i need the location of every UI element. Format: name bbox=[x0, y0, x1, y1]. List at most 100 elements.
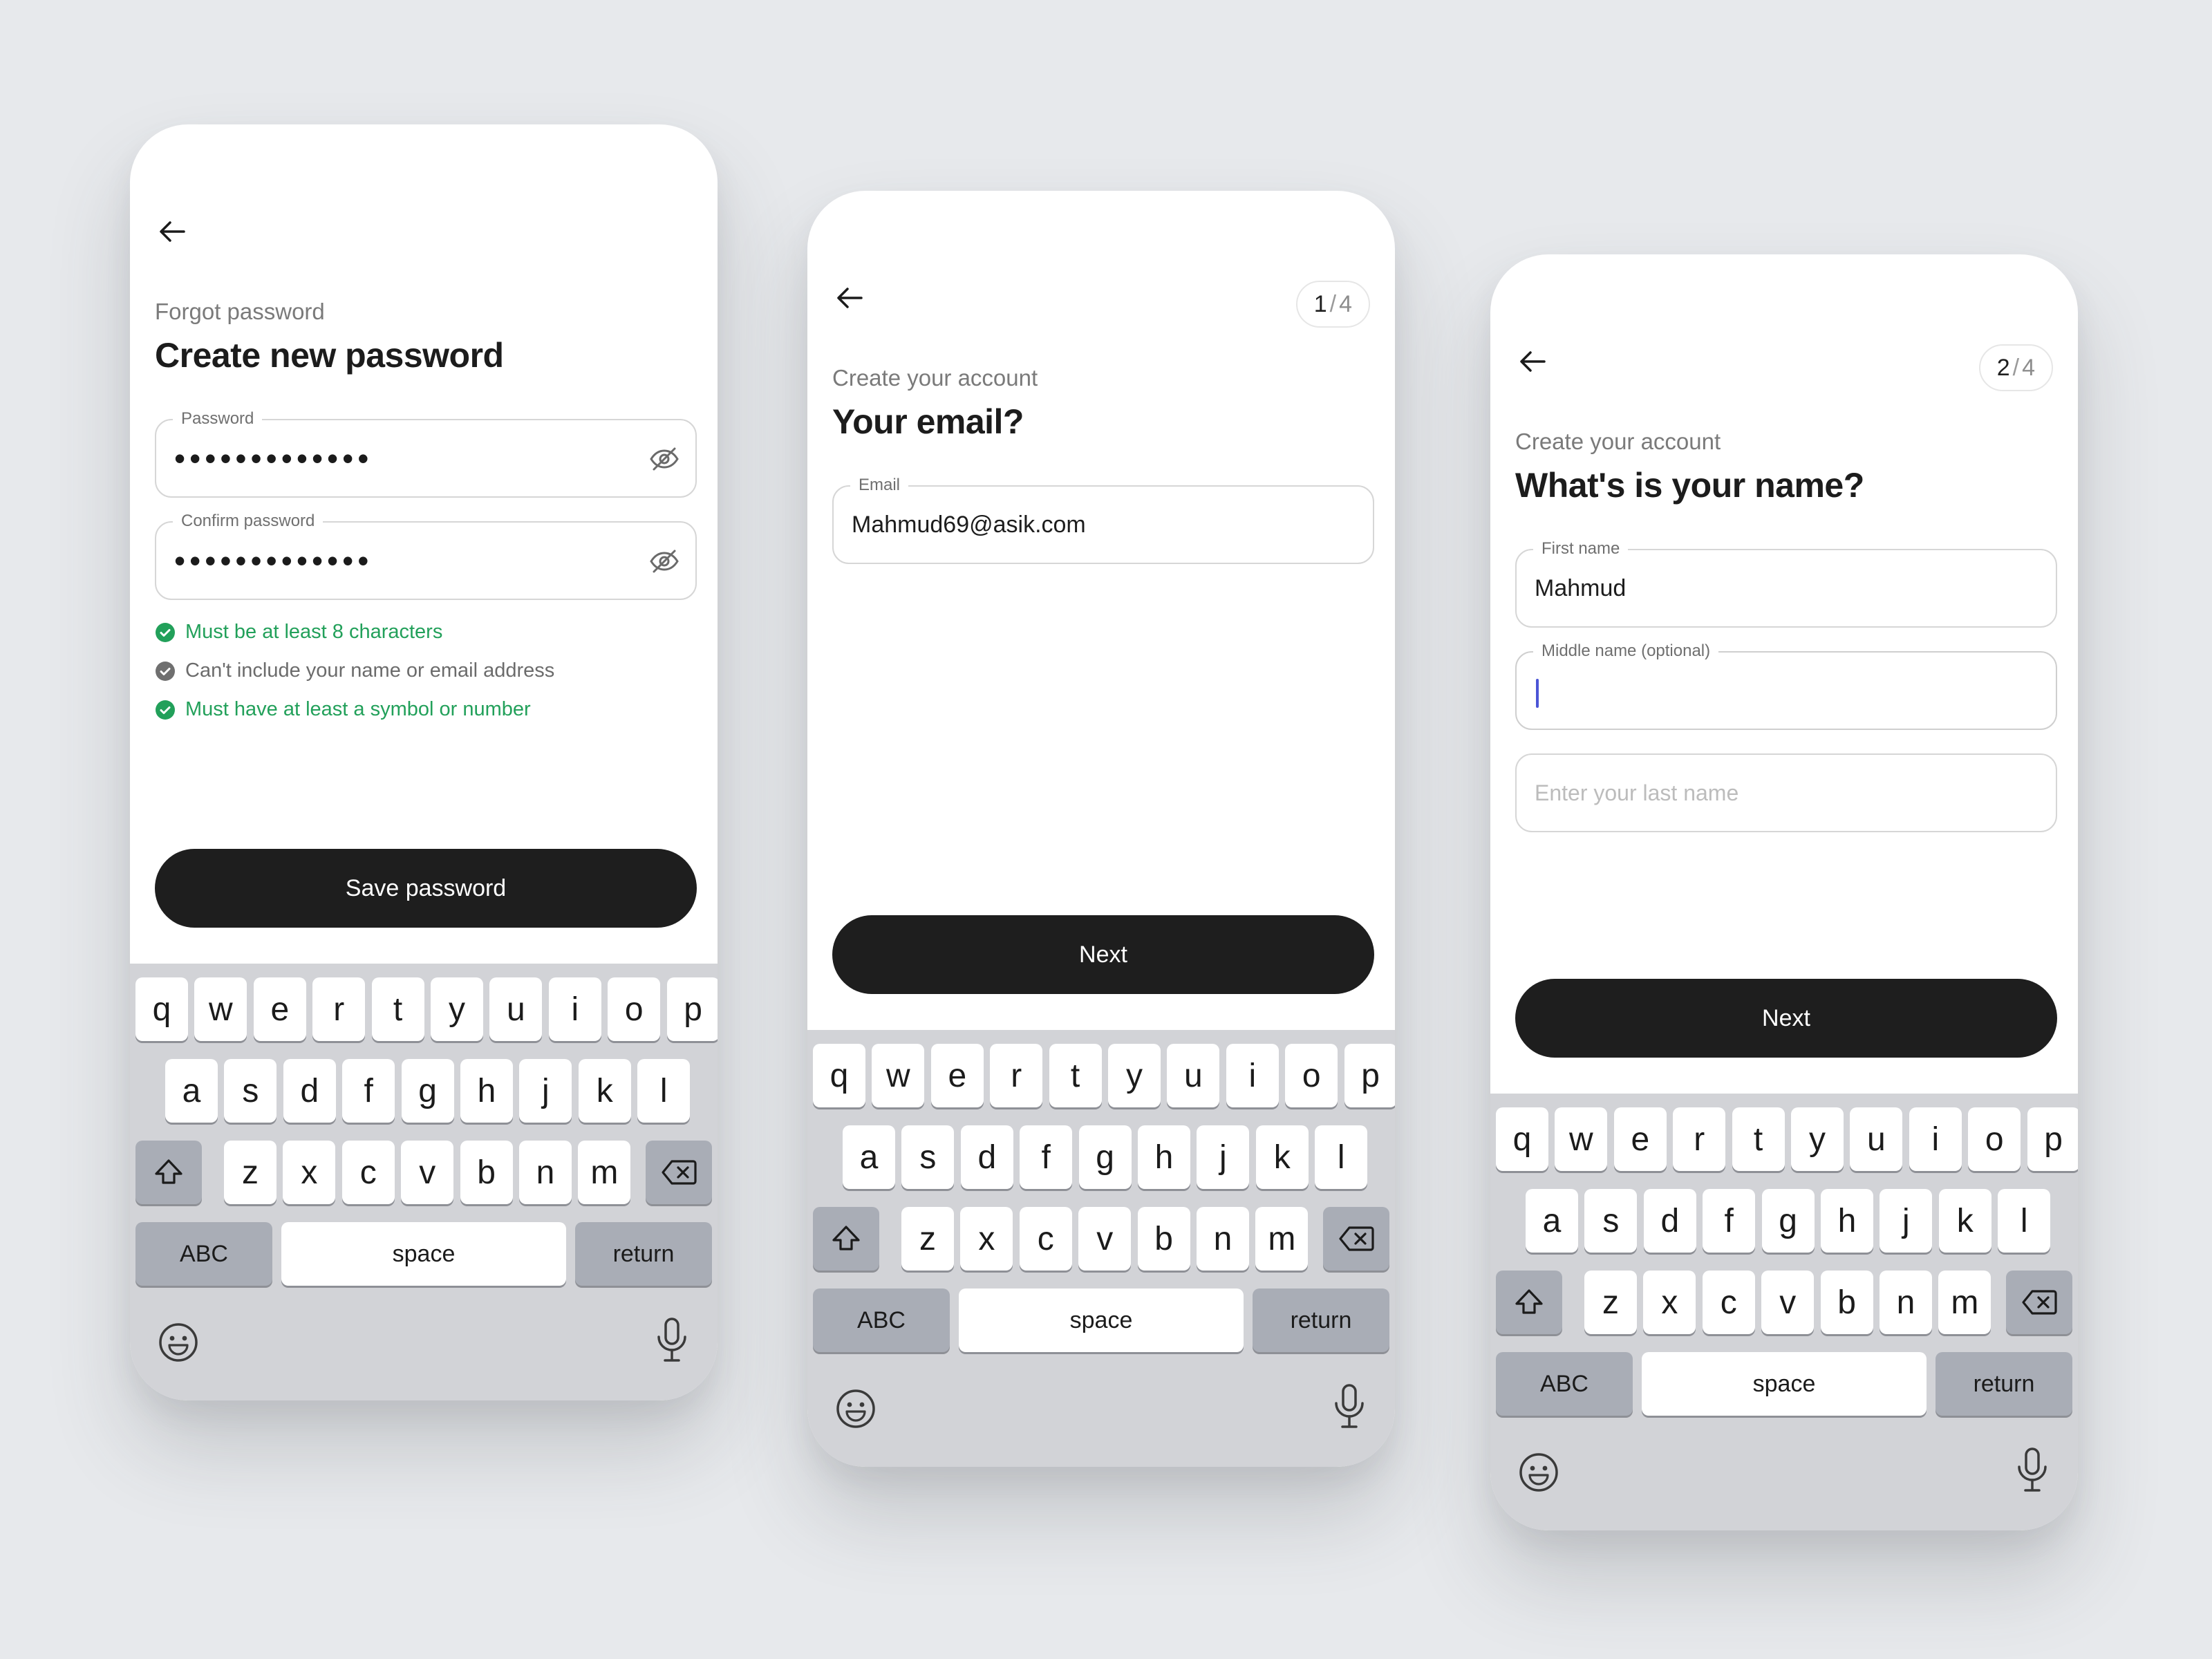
key-z[interactable]: z bbox=[901, 1207, 954, 1271]
key-d[interactable]: d bbox=[1643, 1189, 1696, 1253]
next-button[interactable]: Next bbox=[832, 915, 1374, 994]
key-h[interactable]: h bbox=[1821, 1189, 1873, 1253]
key-l[interactable]: l bbox=[1315, 1125, 1368, 1189]
shift-key[interactable] bbox=[1496, 1271, 1562, 1334]
key-g[interactable]: g bbox=[401, 1059, 454, 1123]
back-arrow-icon[interactable] bbox=[155, 214, 189, 249]
key-c[interactable]: c bbox=[341, 1141, 395, 1204]
key-j[interactable]: j bbox=[519, 1059, 572, 1123]
key-d[interactable]: d bbox=[960, 1125, 1013, 1189]
key-w[interactable]: w bbox=[1555, 1107, 1608, 1171]
key-a[interactable]: a bbox=[1526, 1189, 1578, 1253]
key-x[interactable]: x bbox=[1643, 1271, 1696, 1334]
email-field[interactable]: Email Mahmud69@asik.com bbox=[832, 476, 1374, 564]
key-b[interactable]: b bbox=[460, 1141, 513, 1204]
microphone-icon[interactable] bbox=[1330, 1382, 1369, 1431]
key-y[interactable]: y bbox=[1108, 1044, 1161, 1107]
key-x[interactable]: x bbox=[283, 1141, 336, 1204]
emoji-icon[interactable] bbox=[156, 1320, 200, 1365]
key-b[interactable]: b bbox=[1820, 1271, 1873, 1334]
key-b[interactable]: b bbox=[1137, 1207, 1190, 1271]
key-f[interactable]: f bbox=[1703, 1189, 1756, 1253]
emoji-icon[interactable] bbox=[834, 1387, 878, 1431]
key-n[interactable]: n bbox=[1197, 1207, 1249, 1271]
key-m[interactable]: m bbox=[1255, 1207, 1309, 1271]
back-arrow-icon[interactable] bbox=[1515, 344, 1550, 379]
key-i[interactable]: i bbox=[548, 977, 601, 1041]
key-a[interactable]: a bbox=[165, 1059, 218, 1123]
key-w[interactable]: w bbox=[194, 977, 247, 1041]
abc-key[interactable]: ABC bbox=[135, 1222, 272, 1286]
key-i[interactable]: i bbox=[1909, 1107, 1962, 1171]
key-l[interactable]: l bbox=[1998, 1189, 2051, 1253]
backspace-key[interactable] bbox=[2006, 1271, 2072, 1334]
key-t[interactable]: t bbox=[1732, 1107, 1785, 1171]
key-h[interactable]: h bbox=[1138, 1125, 1190, 1189]
middle-name-field[interactable]: Middle name (optional) bbox=[1515, 641, 2057, 730]
return-key[interactable]: return bbox=[1253, 1288, 1389, 1352]
return-key[interactable]: return bbox=[1936, 1352, 2072, 1416]
key-o[interactable]: o bbox=[608, 977, 661, 1041]
key-u[interactable]: u bbox=[489, 977, 543, 1041]
key-n[interactable]: n bbox=[1880, 1271, 1932, 1334]
key-e[interactable]: e bbox=[1613, 1107, 1667, 1171]
back-arrow-icon[interactable] bbox=[832, 281, 867, 315]
key-e[interactable]: e bbox=[253, 977, 306, 1041]
key-q[interactable]: q bbox=[135, 977, 188, 1041]
eye-off-icon[interactable] bbox=[648, 545, 680, 577]
key-h[interactable]: h bbox=[460, 1059, 513, 1123]
key-v[interactable]: v bbox=[1078, 1207, 1132, 1271]
first-name-field[interactable]: First name Mahmud bbox=[1515, 539, 2057, 628]
key-p[interactable]: p bbox=[666, 977, 718, 1041]
microphone-icon[interactable] bbox=[653, 1316, 691, 1365]
key-d[interactable]: d bbox=[283, 1059, 336, 1123]
key-k[interactable]: k bbox=[1938, 1189, 1991, 1253]
key-j[interactable]: j bbox=[1197, 1125, 1250, 1189]
key-r[interactable]: r bbox=[990, 1044, 1043, 1107]
confirm-password-field[interactable]: Confirm password ••••••••••••• bbox=[155, 512, 697, 600]
key-x[interactable]: x bbox=[960, 1207, 1013, 1271]
key-g[interactable]: g bbox=[1078, 1125, 1132, 1189]
key-s[interactable]: s bbox=[901, 1125, 955, 1189]
key-t[interactable]: t bbox=[371, 977, 424, 1041]
key-v[interactable]: v bbox=[1761, 1271, 1815, 1334]
key-f[interactable]: f bbox=[1020, 1125, 1073, 1189]
key-m[interactable]: m bbox=[578, 1141, 631, 1204]
return-key[interactable]: return bbox=[575, 1222, 712, 1286]
key-s[interactable]: s bbox=[1584, 1189, 1638, 1253]
key-y[interactable]: y bbox=[431, 977, 483, 1041]
space-key[interactable]: space bbox=[959, 1288, 1244, 1352]
last-name-field[interactable]: Enter your last name bbox=[1515, 753, 2057, 832]
key-q[interactable]: q bbox=[1496, 1107, 1548, 1171]
key-p[interactable]: p bbox=[2027, 1107, 2078, 1171]
space-key[interactable]: space bbox=[281, 1222, 566, 1286]
key-o[interactable]: o bbox=[1285, 1044, 1338, 1107]
key-n[interactable]: n bbox=[519, 1141, 572, 1204]
save-password-button[interactable]: Save password bbox=[155, 849, 697, 928]
key-m[interactable]: m bbox=[1938, 1271, 1991, 1334]
key-l[interactable]: l bbox=[637, 1059, 691, 1123]
key-z[interactable]: z bbox=[1584, 1271, 1637, 1334]
key-z[interactable]: z bbox=[224, 1141, 276, 1204]
key-i[interactable]: i bbox=[1226, 1044, 1279, 1107]
key-g[interactable]: g bbox=[1761, 1189, 1815, 1253]
backspace-key[interactable] bbox=[1323, 1207, 1389, 1271]
key-q[interactable]: q bbox=[813, 1044, 865, 1107]
key-s[interactable]: s bbox=[224, 1059, 277, 1123]
shift-key[interactable] bbox=[135, 1141, 202, 1204]
key-k[interactable]: k bbox=[1255, 1125, 1309, 1189]
key-a[interactable]: a bbox=[843, 1125, 895, 1189]
key-t[interactable]: t bbox=[1049, 1044, 1102, 1107]
key-u[interactable]: u bbox=[1850, 1107, 1903, 1171]
backspace-key[interactable] bbox=[646, 1141, 712, 1204]
next-button[interactable]: Next bbox=[1515, 979, 2057, 1058]
key-r[interactable]: r bbox=[312, 977, 366, 1041]
key-y[interactable]: y bbox=[1791, 1107, 1844, 1171]
emoji-icon[interactable] bbox=[1517, 1450, 1561, 1494]
abc-key[interactable]: ABC bbox=[1496, 1352, 1633, 1416]
key-j[interactable]: j bbox=[1880, 1189, 1933, 1253]
key-v[interactable]: v bbox=[401, 1141, 454, 1204]
space-key[interactable]: space bbox=[1642, 1352, 1927, 1416]
password-field[interactable]: Password ••••••••••••• bbox=[155, 409, 697, 498]
key-c[interactable]: c bbox=[1019, 1207, 1072, 1271]
